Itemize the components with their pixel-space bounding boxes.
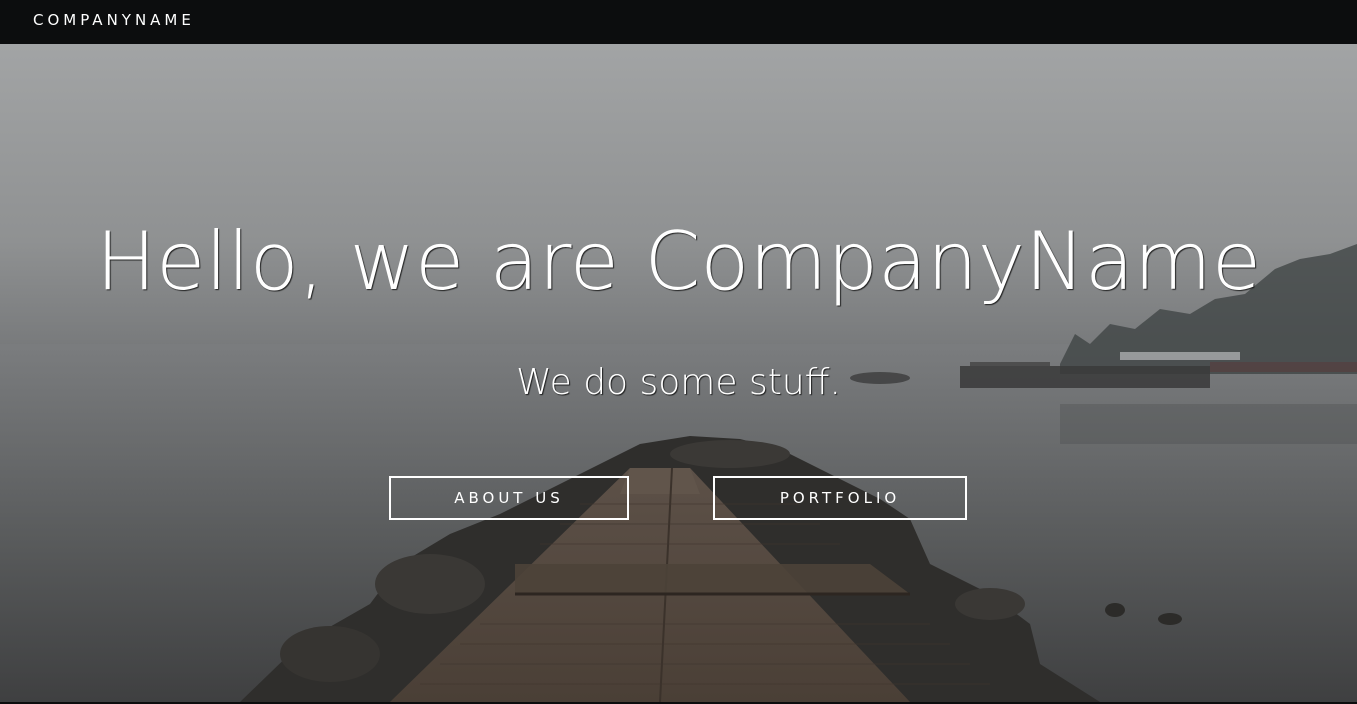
hero-subtitle: We do some stuff. (516, 362, 841, 403)
portfolio-button[interactable]: PORTFOLIO (713, 476, 967, 520)
about-us-button[interactable]: ABOUT US (389, 476, 629, 520)
navbar: COMPANYNAME (0, 0, 1357, 44)
hero-title: Hello, we are CompanyName (95, 215, 1262, 308)
hero-section: Hello, we are CompanyName We do some stu… (0, 44, 1357, 702)
brand-link[interactable]: COMPANYNAME (33, 11, 195, 29)
